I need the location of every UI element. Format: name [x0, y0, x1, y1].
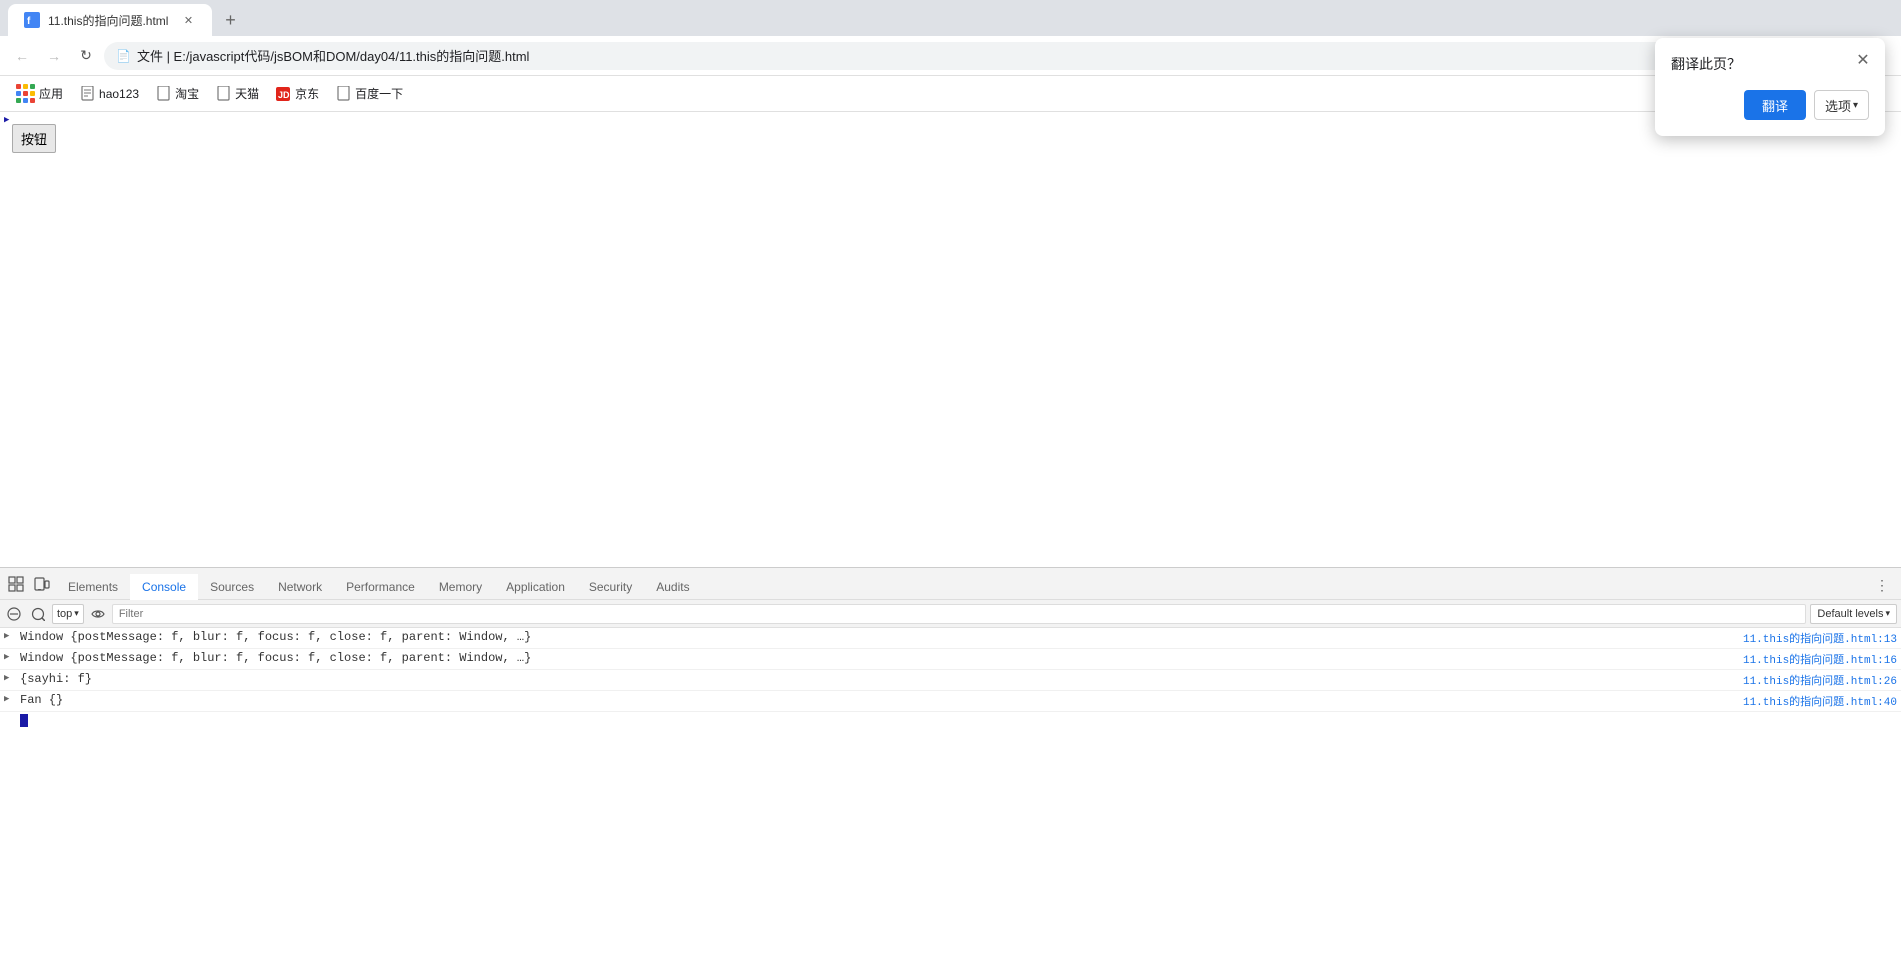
back-icon: ← — [15, 48, 29, 64]
chevron-down-icon: ▾ — [74, 608, 79, 619]
bookmarks-bar: 应用 hao123 淘宝 天猫 JD 京东 — [0, 76, 1901, 112]
translate-close-btn[interactable]: ✕ — [1851, 48, 1875, 72]
tab-console[interactable]: Console — [130, 574, 198, 602]
apps-label: 应用 — [39, 85, 63, 102]
filter-input[interactable] — [112, 604, 1807, 624]
inspect-element-btn[interactable] — [4, 572, 28, 596]
console-link-1[interactable]: 11.this的指向问题.html:13 — [1743, 630, 1897, 646]
context-value: top — [57, 608, 72, 620]
context-selector[interactable]: top ▾ — [52, 604, 84, 624]
console-text-2: Window {postMessage: f, blur: f, focus: … — [20, 651, 1735, 665]
tab-favicon: f — [24, 12, 40, 28]
translate-btn[interactable]: 翻译 — [1744, 90, 1806, 120]
eye-icon-btn[interactable] — [88, 604, 108, 624]
tab-security[interactable]: Security — [577, 574, 644, 602]
devtools-toolbar: Elements Console Sources Network Perform… — [0, 568, 1901, 600]
active-tab[interactable]: f 11.this的指向问题.html ✕ — [8, 4, 212, 36]
translate-popup-title: 翻译此页？ — [1671, 54, 1869, 74]
console-output: ▶ Window {postMessage: f, blur: f, focus… — [0, 628, 1901, 957]
levels-dropdown[interactable]: Default levels ▾ — [1810, 604, 1897, 624]
browser-frame: f 11.this的指向问题.html ✕ + ← → ↻ 📄 文件 | E:/… — [0, 0, 1901, 957]
clear-console-btn[interactable] — [4, 604, 24, 624]
console-text-4: Fan {} — [20, 693, 1735, 707]
bookmark-jd[interactable]: JD 京东 — [267, 81, 327, 106]
bookmark-apps[interactable]: 应用 — [8, 80, 71, 107]
tab-application[interactable]: Application — [494, 574, 577, 602]
more-tabs-btn[interactable]: ⋮ — [1867, 571, 1897, 600]
bookmark-hao123[interactable]: hao123 — [71, 82, 147, 106]
bookmark-tianmao[interactable]: 天猫 — [207, 81, 267, 106]
bookmark-taobao-icon — [155, 86, 171, 102]
bookmark-jd-label: 京东 — [295, 85, 319, 102]
bookmark-taobao[interactable]: 淘宝 — [147, 81, 207, 106]
file-icon: 📄 — [116, 49, 131, 63]
console-text-3: {sayhi: f} — [20, 672, 1735, 686]
console-row: ▶ Window {postMessage: f, blur: f, focus… — [0, 649, 1901, 670]
tab-performance[interactable]: Performance — [334, 574, 427, 602]
console-toolbar: top ▾ Default levels ▾ — [0, 600, 1901, 628]
forward-icon: → — [47, 48, 61, 64]
bookmark-baidu[interactable]: 百度一下 — [327, 81, 411, 106]
tab-sources[interactable]: Sources — [198, 574, 266, 602]
console-row: ▶ {sayhi: f} 11.this的指向问题.html:26 — [0, 670, 1901, 691]
console-text-1: Window {postMessage: f, blur: f, focus: … — [20, 630, 1735, 644]
translate-popup: ✕ 翻译此页？ 翻译 选项 ▾ — [1655, 38, 1885, 136]
reload-icon: ↻ — [80, 47, 92, 64]
bookmark-tianmao-label: 天猫 — [235, 85, 259, 102]
page-button[interactable]: 按钮 — [12, 124, 56, 153]
console-input-row[interactable]: ▶ — [0, 712, 1901, 729]
address-text: 文件 | E:/javascript代码/jsBOM和DOM/day04/11.… — [137, 46, 1753, 65]
expand-icon-4[interactable]: ▶ — [4, 694, 9, 704]
bookmark-doc-icon — [79, 86, 95, 102]
tab-memory[interactable]: Memory — [427, 574, 494, 602]
bookmark-taobao-label: 淘宝 — [175, 85, 199, 102]
address-bar[interactable]: 📄 文件 | E:/javascript代码/jsBOM和DOM/day04/1… — [104, 42, 1765, 70]
tab-elements[interactable]: Elements — [56, 574, 130, 602]
forward-btn[interactable]: → — [40, 42, 68, 70]
bookmark-hao123-label: hao123 — [99, 87, 139, 101]
console-link-4[interactable]: 11.this的指向问题.html:40 — [1743, 693, 1897, 709]
tab-audits[interactable]: Audits — [644, 574, 701, 602]
console-row: ▶ Fan {} 11.this的指向问题.html:40 — [0, 691, 1901, 712]
reload-btn[interactable]: ↻ — [72, 42, 100, 70]
filter-icon-btn[interactable] — [28, 604, 48, 624]
device-toggle-btn[interactable] — [30, 572, 54, 596]
options-btn[interactable]: 选项 ▾ — [1814, 90, 1869, 120]
back-btn[interactable]: ← — [8, 42, 36, 70]
tab-network[interactable]: Network — [266, 574, 334, 602]
levels-chevron-icon: ▾ — [1885, 608, 1890, 619]
console-row: ▶ Window {postMessage: f, blur: f, focus… — [0, 628, 1901, 649]
page-body: 按钮 — [0, 112, 1901, 567]
new-tab-btn[interactable]: + — [216, 6, 244, 34]
tab-title: 11.this的指向问题.html — [48, 12, 168, 29]
tab-bar: f 11.this的指向问题.html ✕ + — [0, 0, 1901, 36]
bookmark-tianmao-icon — [215, 86, 231, 102]
bookmark-baidu-label: 百度一下 — [355, 85, 403, 102]
expand-icon-2[interactable]: ▶ — [4, 652, 9, 662]
page-content: 按钮 — [0, 112, 1901, 957]
console-cursor — [20, 714, 28, 727]
svg-text:JD: JD — [278, 90, 290, 100]
expand-icon-3[interactable]: ▶ — [4, 673, 9, 683]
console-link-2[interactable]: 11.this的指向问题.html:16 — [1743, 651, 1897, 667]
levels-label: Default levels — [1817, 608, 1883, 620]
apps-icon — [16, 84, 35, 103]
nav-bar: ← → ↻ 📄 文件 | E:/javascript代码/jsBOM和DOM/d… — [0, 36, 1901, 76]
options-chevron-icon: ▾ — [1853, 100, 1858, 111]
options-label: 选项 — [1825, 96, 1851, 115]
bookmark-baidu-icon — [335, 86, 351, 102]
devtools-tabs: Elements Console Sources Network Perform… — [56, 568, 1897, 600]
translate-popup-actions: 翻译 选项 ▾ — [1671, 90, 1869, 120]
tab-close-btn[interactable]: ✕ — [180, 12, 196, 28]
bookmark-jd-icon: JD — [275, 86, 291, 102]
console-link-3[interactable]: 11.this的指向问题.html:26 — [1743, 672, 1897, 688]
close-icon: ✕ — [1856, 50, 1869, 70]
devtools-panel: Elements Console Sources Network Perform… — [0, 567, 1901, 957]
expand-icon-1[interactable]: ▶ — [4, 631, 9, 641]
